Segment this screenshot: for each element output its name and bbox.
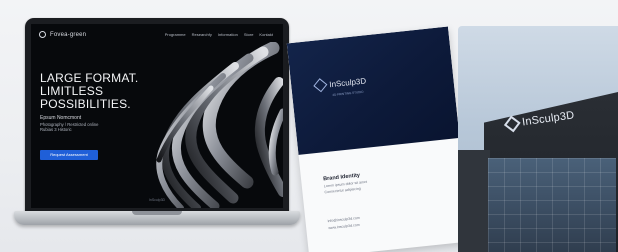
brochure-body: Brand Identity Lorem ipsum dolor sit ame…: [323, 165, 434, 195]
laptop-screen: Fovea-green Programme Researchfy Informa…: [31, 24, 283, 208]
laptop-lid: Fovea-green Programme Researchfy Informa…: [25, 18, 289, 214]
nav-link: Kontakt: [259, 32, 273, 37]
cta-button: Request Assessment: [40, 150, 98, 160]
laptop-mockup: Fovea-green Programme Researchfy Informa…: [14, 16, 300, 234]
sculpture-image: [156, 42, 283, 208]
nav-link: Information: [217, 32, 238, 37]
brochure-footer: info@insculp3d.com www.insculp3d.com: [327, 205, 438, 230]
nav-link: Programme: [164, 32, 186, 37]
cube-logo-icon: [313, 78, 328, 93]
website-brand: Fovea-green: [39, 31, 86, 38]
glass-windows: [488, 158, 616, 252]
scene: Fovea-green Programme Researchfy Informa…: [0, 0, 618, 252]
building-photo: InSculp3D: [458, 26, 618, 252]
brochure-document: InSculp3D 3D PRINTING STUDIO Brand Ident…: [286, 26, 471, 252]
brand-ring-icon: [39, 31, 46, 38]
building-side: [458, 150, 490, 252]
brochure-brand: InSculp3D: [328, 75, 367, 89]
website-brand-name: Fovea-green: [50, 31, 87, 38]
hero-headline: LARGE FORMAT. LIMITLESS POSSIBILITIES.: [40, 72, 170, 111]
brochure-cover: InSculp3D 3D PRINTING STUDIO: [286, 26, 460, 155]
nav-link: Researchfy: [191, 32, 212, 37]
laptop-notch: [132, 211, 182, 215]
brochure-logo: InSculp3D: [313, 75, 367, 93]
brochure-tagline: 3D PRINTING STUDIO: [332, 89, 364, 97]
subtext-line: Rubias 3 Historic: [40, 127, 72, 133]
hero-subtext: Epsum Nomcmont Photography / Restricted …: [40, 115, 135, 133]
nav-links: Programme Researchfy Information Store K…: [165, 32, 273, 37]
headline-line: POSSIBILITIES.: [40, 97, 131, 111]
screen-footer: InSculp3D: [148, 198, 166, 202]
nav-link: Store: [243, 32, 254, 37]
